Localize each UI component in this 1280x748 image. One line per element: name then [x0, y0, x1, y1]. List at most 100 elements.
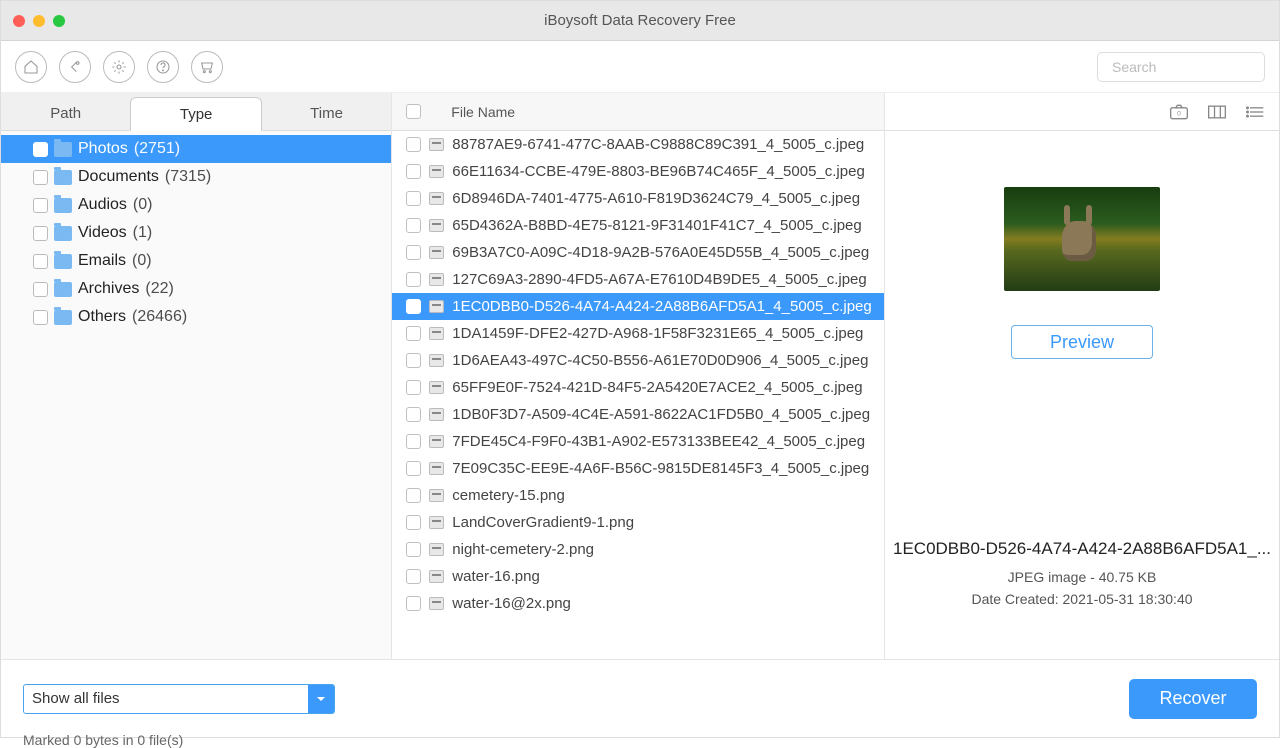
file-checkbox[interactable]: [406, 299, 421, 314]
file-row[interactable]: LandCoverGradient9-1.png: [392, 509, 884, 536]
column-file-name[interactable]: File Name: [451, 104, 515, 120]
cart-button[interactable]: [191, 51, 223, 83]
category-tabs: Path Type Time: [1, 93, 391, 131]
file-checkbox[interactable]: [406, 137, 421, 152]
filter-select[interactable]: Show all files: [23, 684, 335, 714]
category-count: (0): [132, 252, 152, 270]
file-icon: [429, 462, 444, 475]
category-count: (2751): [134, 140, 180, 158]
recover-button[interactable]: Recover: [1129, 679, 1257, 719]
file-row[interactable]: water-16@2x.png: [392, 590, 884, 617]
file-row[interactable]: 7FDE45C4-F9F0-43B1-A902-E573133BEE42_4_5…: [392, 428, 884, 455]
category-checkbox[interactable]: [33, 310, 48, 325]
file-checkbox[interactable]: [406, 353, 421, 368]
file-checkbox[interactable]: [406, 569, 421, 584]
minimize-window-button[interactable]: [33, 15, 45, 27]
category-name: Audios: [78, 196, 127, 214]
file-icon: [429, 165, 444, 178]
home-button[interactable]: [15, 51, 47, 83]
list-view-button[interactable]: [1245, 103, 1265, 121]
column-view-button[interactable]: [1207, 103, 1227, 121]
filter-select-dropdown[interactable]: [308, 685, 334, 713]
file-row[interactable]: night-cemetery-2.png: [392, 536, 884, 563]
file-checkbox[interactable]: [406, 218, 421, 233]
file-row[interactable]: 69B3A7C0-A09C-4D18-9A2B-576A0E45D55B_4_5…: [392, 239, 884, 266]
file-icon: [429, 408, 444, 421]
preview-button[interactable]: Preview: [1011, 325, 1153, 359]
select-all-checkbox[interactable]: [406, 104, 421, 119]
category-name: Videos: [78, 224, 127, 242]
search-input[interactable]: [1112, 59, 1280, 75]
category-row-audios[interactable]: Audios (0): [1, 191, 391, 219]
file-row[interactable]: 66E11634-CCBE-479E-8803-BE96B74C465F_4_5…: [392, 158, 884, 185]
file-icon: [429, 543, 444, 556]
file-row[interactable]: 127C69A3-2890-4FD5-A67A-E7610D4B9DE5_4_5…: [392, 266, 884, 293]
file-name: 65D4362A-B8BD-4E75-8121-9F31401F41C7_4_5…: [452, 217, 861, 234]
tab-type[interactable]: Type: [130, 97, 261, 131]
file-row[interactable]: 1D6AEA43-497C-4C50-B556-A61E70D0D906_4_5…: [392, 347, 884, 374]
camera-view-button[interactable]: 0: [1169, 103, 1189, 121]
chevron-down-icon: [315, 693, 327, 705]
category-checkbox[interactable]: [33, 282, 48, 297]
folder-icon: [54, 282, 72, 297]
category-row-emails[interactable]: Emails (0): [1, 247, 391, 275]
titlebar: iBoysoft Data Recovery Free: [1, 1, 1279, 41]
svg-text:0: 0: [1177, 110, 1181, 117]
category-checkbox[interactable]: [33, 198, 48, 213]
category-row-videos[interactable]: Videos (1): [1, 219, 391, 247]
file-checkbox[interactable]: [406, 461, 421, 476]
help-button[interactable]: [147, 51, 179, 83]
maximize-window-button[interactable]: [53, 15, 65, 27]
category-row-archives[interactable]: Archives (22): [1, 275, 391, 303]
file-checkbox[interactable]: [406, 407, 421, 422]
category-row-photos[interactable]: Photos (2751): [1, 135, 391, 163]
file-checkbox[interactable]: [406, 272, 421, 287]
back-icon: [67, 59, 83, 75]
file-icon: [429, 138, 444, 151]
folder-icon: [54, 198, 72, 213]
file-checkbox[interactable]: [406, 488, 421, 503]
file-row[interactable]: 1EC0DBB0-D526-4A74-A424-2A88B6AFD5A1_4_5…: [392, 293, 884, 320]
file-row[interactable]: 6D8946DA-7401-4775-A610-F819D3624C79_4_5…: [392, 185, 884, 212]
category-row-others[interactable]: Others (26466): [1, 303, 391, 331]
file-checkbox[interactable]: [406, 191, 421, 206]
file-name: water-16@2x.png: [452, 595, 571, 612]
file-row[interactable]: 7E09C35C-EE9E-4A6F-B56C-9815DE8145F3_4_5…: [392, 455, 884, 482]
category-checkbox[interactable]: [33, 142, 48, 157]
file-name: 6D8946DA-7401-4775-A610-F819D3624C79_4_5…: [452, 190, 860, 207]
file-row[interactable]: 88787AE9-6741-477C-8AAB-C9888C89C391_4_5…: [392, 131, 884, 158]
category-row-documents[interactable]: Documents (7315): [1, 163, 391, 191]
file-row[interactable]: 1DB0F3D7-A509-4C4E-A591-8622AC1FD5B0_4_5…: [392, 401, 884, 428]
file-row[interactable]: 65D4362A-B8BD-4E75-8121-9F31401F41C7_4_5…: [392, 212, 884, 239]
category-checkbox[interactable]: [33, 170, 48, 185]
file-icon: [429, 300, 444, 313]
category-count: (26466): [132, 308, 187, 326]
search-box[interactable]: [1097, 52, 1265, 82]
file-checkbox[interactable]: [406, 380, 421, 395]
file-checkbox[interactable]: [406, 164, 421, 179]
file-row[interactable]: 65FF9E0F-7524-421D-84F5-2A5420E7ACE2_4_5…: [392, 374, 884, 401]
category-name: Others: [78, 308, 126, 326]
file-checkbox[interactable]: [406, 542, 421, 557]
category-checkbox[interactable]: [33, 226, 48, 241]
file-icon: [429, 570, 444, 583]
category-count: (7315): [165, 168, 211, 186]
gear-icon: [111, 59, 127, 75]
category-count: (0): [133, 196, 153, 214]
file-icon: [429, 273, 444, 286]
file-row[interactable]: water-16.png: [392, 563, 884, 590]
settings-button[interactable]: [103, 51, 135, 83]
file-row[interactable]: cemetery-15.png: [392, 482, 884, 509]
file-checkbox[interactable]: [406, 326, 421, 341]
filter-select-label: Show all files: [24, 685, 308, 713]
tab-path[interactable]: Path: [1, 96, 130, 130]
tab-time[interactable]: Time: [262, 96, 391, 130]
file-checkbox[interactable]: [406, 515, 421, 530]
category-checkbox[interactable]: [33, 254, 48, 269]
file-row[interactable]: 1DA1459F-DFE2-427D-A968-1F58F3231E65_4_5…: [392, 320, 884, 347]
close-window-button[interactable]: [13, 15, 25, 27]
file-checkbox[interactable]: [406, 596, 421, 611]
back-button[interactable]: [59, 51, 91, 83]
file-checkbox[interactable]: [406, 434, 421, 449]
file-checkbox[interactable]: [406, 245, 421, 260]
